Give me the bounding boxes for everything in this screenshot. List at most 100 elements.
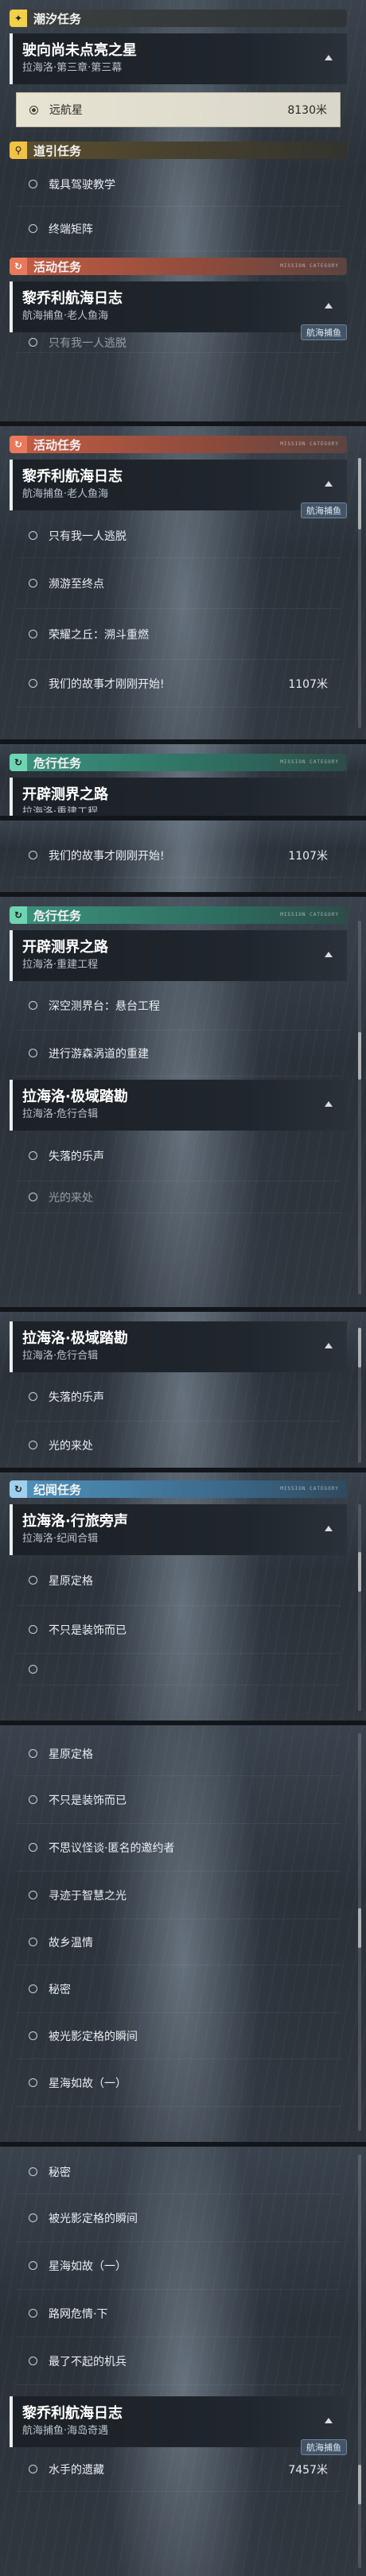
collapse-icon[interactable] xyxy=(325,2418,333,2423)
panel-screenshot-8: 星原定格 不只是装饰而已 不思议怪谈·匿名的邀约者 寻迹于智慧之光 故乡温情 秘… xyxy=(0,1725,366,2142)
radio-icon xyxy=(29,2031,37,2040)
objective-label: 失落的乐声 xyxy=(49,1150,104,1163)
objective-label: 我们的故事才刚刚开始! xyxy=(49,849,165,863)
objective-item[interactable] xyxy=(16,1654,341,1686)
objective-item[interactable]: 只有我一人逃脱 xyxy=(16,514,341,558)
objective-label: 被光影定格的瞬间 xyxy=(49,2030,138,2043)
objective-item[interactable]: 星原定格 xyxy=(16,1732,341,1776)
radio-icon xyxy=(29,851,37,859)
objective-item[interactable]: 星原定格 xyxy=(16,1555,341,1606)
mission-card[interactable]: 拉海洛·极域踏勘 拉海洛·危行合辑 xyxy=(10,1080,347,1131)
objective-item[interactable]: 星海如故（一） xyxy=(16,2059,341,2107)
mission-card[interactable]: 黎乔利航海日志 航海捕鱼·老人鱼海 航海捕鱼 xyxy=(10,281,347,340)
radio-icon xyxy=(29,2167,37,2176)
radio-icon xyxy=(29,1001,37,1010)
category-record[interactable]: ↻ 纪闻任务 MISSION CATEGORY xyxy=(10,1477,347,1501)
objective-item[interactable]: 不只是装饰而已 xyxy=(16,1776,341,1824)
objective-item[interactable]: 荣耀之丘：溯斗重燃 xyxy=(16,609,341,660)
mission-title: 黎乔利航海日志 xyxy=(22,2405,123,2422)
objective-item[interactable]: 进行游森涡道的重建 xyxy=(16,1030,341,1077)
panel-screenshot-1: ✦ 潮汐任务 驶向尚未点亮之星 拉海洛·第三章·第三幕 远航星 8130米 ⚲ … xyxy=(0,0,366,421)
category-activity[interactable]: ↻ 活动任务 MISSION CATEGORY xyxy=(10,433,347,456)
panel-screenshot-4: 我们的故事才刚刚开始! 1107米 xyxy=(0,821,366,892)
objective-item[interactable]: 光的来处 xyxy=(16,1422,341,1468)
objective-item[interactable]: 失落的乐声 xyxy=(16,1131,341,1181)
objective-item[interactable]: 故乡温情 xyxy=(16,1919,341,1965)
collapse-icon[interactable] xyxy=(325,952,333,957)
category-tag: MISSION CATEGORY xyxy=(280,759,339,765)
collapse-icon[interactable] xyxy=(325,55,333,60)
collapse-icon[interactable] xyxy=(325,1343,333,1348)
category-tag: MISSION CATEGORY xyxy=(280,263,339,269)
mission-title: 开辟测界之路 xyxy=(22,939,108,956)
radio-icon xyxy=(29,2213,37,2222)
objective-distance: 1107米 xyxy=(288,677,328,691)
category-tag: MISSION CATEGORY xyxy=(280,912,339,918)
radio-icon xyxy=(29,1938,37,1946)
mission-card[interactable]: 拉海洛·极域踏勘 拉海洛·危行合辑 xyxy=(10,1321,347,1372)
mission-subtitle: 拉海洛·第三章·第三幕 xyxy=(22,62,123,74)
objective-item[interactable]: 最了不起的机兵 xyxy=(16,2337,341,2385)
objective-label: 失落的乐声 xyxy=(49,1391,104,1404)
mission-card[interactable]: 开辟测界之路 拉海洛·重建工程 xyxy=(10,778,347,816)
objective-item[interactable]: 我们的故事才刚刚开始! 1107米 xyxy=(16,660,341,708)
objective-item[interactable]: 秘密 xyxy=(16,2150,341,2194)
objective-item[interactable]: 不思议怪谈·匿名的邀约者 xyxy=(16,1824,341,1872)
radio-icon xyxy=(29,1984,37,1993)
mission-subtitle: 拉海洛·危行合辑 xyxy=(22,1108,99,1120)
objective-label: 路网危情·下 xyxy=(49,2307,108,2321)
objective-item[interactable]: 路网危情·下 xyxy=(16,2290,341,2337)
mission-title: 开辟测界之路 xyxy=(22,786,108,803)
objective-item[interactable]: 水手的遗藏 7457米 xyxy=(16,2447,341,2492)
mission-card[interactable]: 驶向尚未点亮之星 拉海洛·第三章·第三幕 xyxy=(10,33,347,84)
objective-item[interactable]: 只有我一人逃脱 xyxy=(16,332,341,353)
category-guide[interactable]: ⚲ 道引任务 xyxy=(10,138,347,162)
mission-card[interactable]: 开辟测界之路 拉海洛·重建工程 xyxy=(10,930,347,981)
objective-item[interactable]: 被光影定格的瞬间 xyxy=(16,2194,341,2242)
objective-item[interactable]: 深空测界台：悬台工程 xyxy=(16,981,341,1030)
objective-label: 濒游至终点 xyxy=(49,577,104,591)
mission-card[interactable]: 黎乔利航海日志 航海捕鱼·老人鱼海 航海捕鱼 xyxy=(10,460,347,518)
radio-icon xyxy=(29,2465,37,2473)
objective-item[interactable]: 终端矩阵 xyxy=(16,207,341,251)
objective-item[interactable]: 不只是装饰而已 xyxy=(16,1606,341,1654)
category-tide[interactable]: ✦ 潮汐任务 xyxy=(10,6,347,30)
category-danger[interactable]: ↻ 危行任务 MISSION CATEGORY xyxy=(10,903,347,927)
collapse-icon[interactable] xyxy=(325,303,333,308)
radio-icon xyxy=(29,531,37,540)
panel-screenshot-5: ↻ 危行任务 MISSION CATEGORY 开辟测界之路 拉海洛·重建工程 … xyxy=(0,897,366,1307)
category-tag: MISSION CATEGORY xyxy=(280,1486,339,1492)
objective-item[interactable]: 濒游至终点 xyxy=(16,558,341,609)
objective-active[interactable]: 远航星 8130米 xyxy=(16,92,341,127)
objective-item[interactable]: 被光影定格的瞬间 xyxy=(16,2013,341,2059)
panel-screenshot-2: ↻ 活动任务 MISSION CATEGORY 黎乔利航海日志 航海捕鱼·老人鱼… xyxy=(0,426,366,739)
radio-icon xyxy=(29,1795,37,1804)
objective-item[interactable]: 星海如故（一） xyxy=(16,2242,341,2290)
collapse-icon[interactable] xyxy=(325,1526,333,1531)
panel-screenshot-7: ↻ 纪闻任务 MISSION CATEGORY 拉海洛·行旅旁声 拉海洛·纪闻合… xyxy=(0,1472,366,1721)
objective-label: 最了不起的机兵 xyxy=(49,2355,127,2368)
objective-item[interactable]: 秘密 xyxy=(16,1965,341,2013)
objective-distance: 1107米 xyxy=(288,849,328,863)
collapse-icon[interactable] xyxy=(325,1101,333,1107)
mission-title: 黎乔利航海日志 xyxy=(22,290,123,307)
objective-item[interactable]: 寻迹于智慧之光 xyxy=(16,1872,341,1919)
radio-icon xyxy=(29,1625,37,1634)
category-activity[interactable]: ↻ 活动任务 MISSION CATEGORY xyxy=(10,254,347,278)
mission-card[interactable]: 拉海洛·行旅旁声 拉海洛·纪闻合辑 xyxy=(10,1504,347,1555)
objective-item[interactable]: 失落的乐声 xyxy=(16,1372,341,1422)
category-danger[interactable]: ↻ 危行任务 MISSION CATEGORY xyxy=(10,751,347,774)
danger-icon: ↻ xyxy=(10,754,27,771)
objective-label: 光的来处 xyxy=(49,1439,93,1453)
radio-icon xyxy=(29,105,38,114)
mission-title: 拉海洛·极域踏勘 xyxy=(22,1330,128,1347)
objective-label: 不只是装饰而已 xyxy=(49,1624,127,1637)
mission-subtitle: 拉海洛·纪闻合辑 xyxy=(22,1533,99,1545)
objective-label: 水手的遗藏 xyxy=(49,2463,104,2477)
mission-card[interactable]: 黎乔利航海日志 航海捕鱼·海岛奇遇 航海捕鱼 xyxy=(10,2396,347,2455)
danger-icon: ↻ xyxy=(10,906,27,924)
objective-item[interactable]: 载具驾驶教学 xyxy=(16,162,341,207)
objective-item[interactable]: 光的来处 xyxy=(16,1181,341,1213)
objective-item[interactable]: 我们的故事才刚刚开始! 1107米 xyxy=(16,833,341,878)
collapse-icon[interactable] xyxy=(325,481,333,487)
